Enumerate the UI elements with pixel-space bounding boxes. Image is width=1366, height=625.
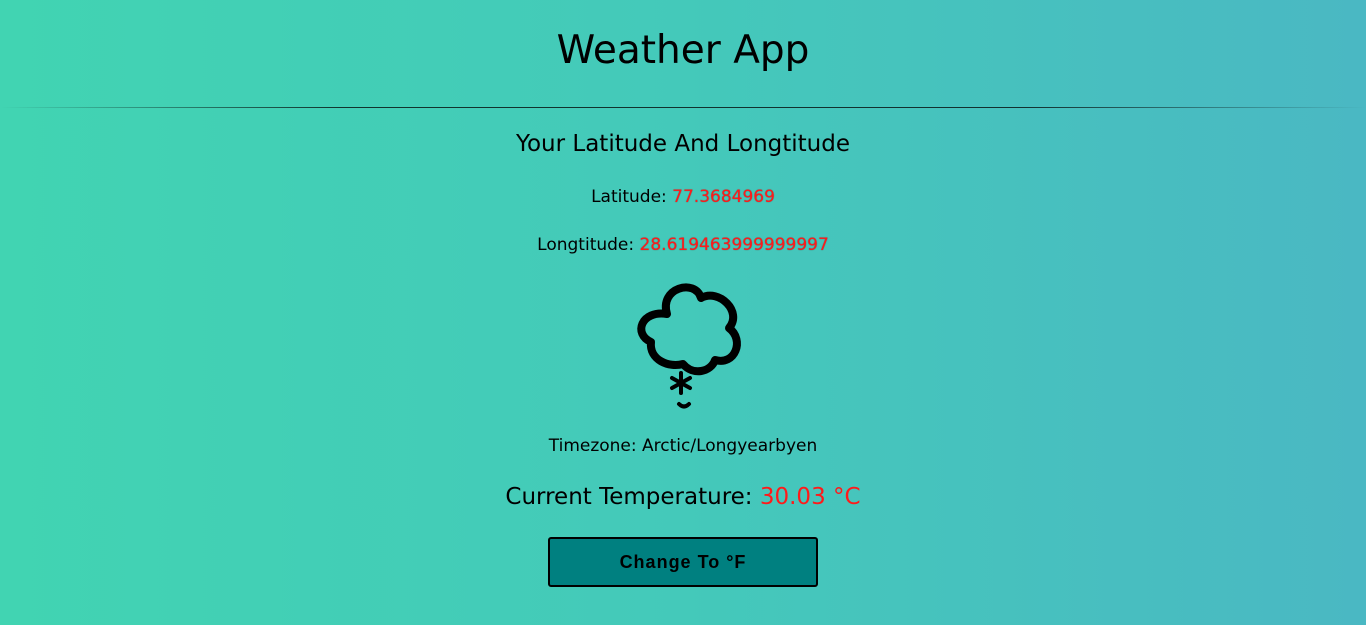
latitude-label: Latitude: (591, 187, 667, 207)
longitude-label: Longtitude: (537, 235, 635, 255)
app-title: Weather App (556, 28, 810, 73)
app-header: Weather App (0, 0, 1366, 108)
snow-cloud-icon (623, 280, 743, 410)
timezone-label: Timezone: (548, 436, 637, 456)
temperature-label: Current Temperature: (505, 484, 753, 510)
temperature-row: Current Temperature: 30.03 °C (0, 484, 1366, 510)
temperature-value: 30.03 °C (759, 484, 861, 510)
longitude-row: Longtitude: 28.619463999999997 (0, 235, 1366, 255)
latitude-value: 77.3684969 (672, 187, 775, 207)
longitude-value: 28.619463999999997 (639, 235, 829, 255)
latitude-row: Latitude: 77.3684969 (0, 187, 1366, 207)
change-unit-button[interactable]: Change To °F (548, 537, 818, 587)
timezone-row: Timezone: Arctic/Longyearbyen (0, 436, 1366, 456)
timezone-value: Arctic/Longyearbyen (642, 436, 818, 456)
location-heading: Your Latitude And Longtitude (515, 131, 851, 157)
header-divider (0, 107, 1366, 108)
